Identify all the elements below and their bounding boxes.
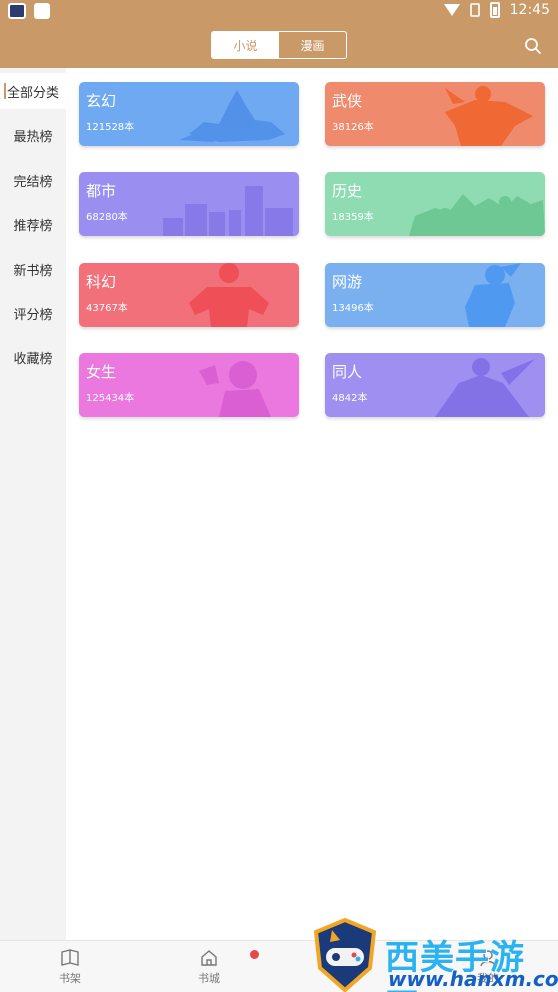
status-time: 12:45 <box>509 2 550 18</box>
notification-square-icon <box>34 3 50 19</box>
notification-dot <box>250 950 259 959</box>
sidebar-item-recommended[interactable]: 推荐榜 <box>0 206 66 242</box>
gamepad-shield-logo-icon <box>313 918 377 992</box>
category-title: 女生 <box>86 363 117 381</box>
sidebar-item-hot[interactable]: 最热榜 <box>0 117 66 153</box>
nav-bookshelf[interactable]: 书架 <box>40 949 100 986</box>
category-card-kehuan[interactable]: 科幻 43767本 <box>79 263 299 327</box>
category-card-lishi[interactable]: 历史 18359本 <box>325 172 545 236</box>
category-count: 4842本 <box>332 393 368 404</box>
battle-scene-silhouette-icon <box>409 194 545 236</box>
sidebar-item-rating[interactable]: 评分榜 <box>0 295 66 331</box>
category-title: 历史 <box>332 182 363 200</box>
category-count: 43767本 <box>86 303 128 314</box>
category-card-wangyou[interactable]: 网游 13496本 <box>325 263 545 327</box>
home-icon <box>201 950 217 966</box>
no-sim-icon <box>469 3 480 17</box>
category-card-nvsheng[interactable]: 女生 125434本 <box>79 353 299 417</box>
nav-label: 书架 <box>59 972 81 985</box>
warrior-silhouette-icon <box>435 358 535 417</box>
swordsman-silhouette-icon <box>445 86 533 146</box>
nav-bookstore[interactable]: 书城 <box>179 949 239 986</box>
content-type-tabs: 小说 漫画 <box>211 31 347 59</box>
sidebar-item-new[interactable]: 新书榜 <box>0 251 66 287</box>
bookshelf-icon <box>61 949 79 966</box>
category-count: 18359本 <box>332 212 374 223</box>
city-skyline-silhouette-icon <box>163 186 293 236</box>
girl-silhouette-icon <box>199 361 271 417</box>
sidebar-item-favorites[interactable]: 收藏榜 <box>0 339 66 375</box>
category-title: 同人 <box>332 363 363 381</box>
category-title: 网游 <box>332 273 363 291</box>
search-icon[interactable] <box>524 37 542 55</box>
category-count: 121528本 <box>86 122 135 133</box>
armored-hero-silhouette-icon <box>189 263 269 327</box>
category-card-dushi[interactable]: 都市 68280本 <box>79 172 299 236</box>
battery-icon <box>489 2 500 18</box>
status-bar: 12:45 <box>0 0 558 24</box>
game-character-silhouette-icon <box>465 263 521 327</box>
tab-comic[interactable]: 漫画 <box>279 32 346 58</box>
tab-novel[interactable]: 小说 <box>212 32 279 58</box>
category-title: 科幻 <box>86 273 117 291</box>
nav-label: 书城 <box>198 972 220 985</box>
sidebar-item-all[interactable]: 全部分类 <box>0 73 66 109</box>
watermark-url: www.hanxm.com <box>388 967 558 991</box>
category-title: 玄幻 <box>86 92 117 110</box>
floating-city-silhouette-icon <box>179 90 285 142</box>
wifi-icon <box>443 4 460 16</box>
category-count: 125434本 <box>86 393 135 404</box>
category-count: 38126本 <box>332 122 374 133</box>
category-title: 武侠 <box>332 92 363 110</box>
category-card-wuxia[interactable]: 武侠 38126本 <box>325 82 545 146</box>
category-count: 13496本 <box>332 303 374 314</box>
app-notification-icon <box>8 3 26 19</box>
category-card-tongren[interactable]: 同人 4842本 <box>325 353 545 417</box>
category-card-xuanhuan[interactable]: 玄幻 121528本 <box>79 82 299 146</box>
category-count: 68280本 <box>86 212 128 223</box>
header-bar: 12:45 小说 漫画 <box>0 0 558 68</box>
sidebar-item-completed[interactable]: 完结榜 <box>0 162 66 198</box>
category-sidebar: 全部分类 最热榜 完结榜 推荐榜 新书榜 评分榜 收藏榜 <box>0 68 66 940</box>
category-title: 都市 <box>86 182 117 200</box>
